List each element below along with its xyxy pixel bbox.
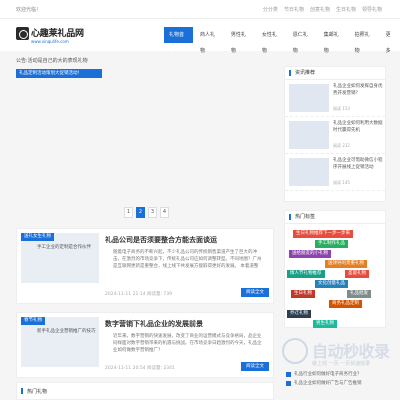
read-more-button[interactable]: 阅读全文	[241, 362, 269, 371]
tag-3[interactable]: 送给朋友的小礼物	[289, 250, 331, 258]
logo-name: 心趣莱礼品网	[31, 29, 84, 39]
recommend-thumbnail[interactable]	[289, 121, 329, 149]
article-card: 送礼女生礼物 手工企业的定制是合作伙伴 礼品公司是否须要整合方能去面谈运 随着电…	[16, 228, 274, 304]
list-item-text[interactable]: 礼品企业如何做好广告与广告推销	[294, 381, 362, 386]
recommend-item-views: 阅读 145	[333, 180, 350, 185]
watermark-subtitle: 做上线 一页 一页快速收录	[312, 361, 371, 367]
article-meta: 2024-11-11 20:54 阅读量: 2341	[105, 366, 175, 371]
recommend-item-title[interactable]: 礼品企业如何利用大数据时代赢得先机	[333, 121, 383, 134]
article-title[interactable]: 数字营销下礼品企业的发展前景	[105, 319, 203, 329]
page-4[interactable]: 4	[160, 207, 169, 218]
list-item[interactable]: 礼品行业如何做好电子商务行业？	[284, 370, 386, 379]
notice-button[interactable]: 礼品定制活动策划大促销活动！	[16, 69, 102, 78]
site-logo[interactable]: 心趣莱礼品网 www.xinqulife.com	[16, 25, 84, 47]
article-tag[interactable]: 春节礼物	[21, 317, 45, 325]
top-link-2[interactable]: 节日礼物	[284, 6, 304, 13]
tag-8[interactable]: 商务礼品定制	[329, 300, 362, 308]
tag-5[interactable]: 情人节礼物推荐	[287, 270, 325, 278]
top-bar: 欢迎光临！ 分分类 节日礼物 创意礼物 生日礼物 领导礼物	[0, 0, 400, 19]
top-link-5[interactable]: 领导礼物	[362, 6, 382, 13]
recommend-thumbnail[interactable]	[289, 84, 329, 112]
watermark-icon	[282, 338, 308, 364]
logo-icon	[16, 27, 29, 40]
tag-1[interactable]: 生日礼物推荐下一步一步来	[293, 230, 353, 238]
recommend-panel: 资讯推荐 礼品企业如何发挥自身优势开发营销？ 阅读 153 礼品企业如何利用大数…	[284, 66, 386, 202]
top-link-4[interactable]: 生日礼物	[336, 6, 356, 13]
recommend-title: 资讯推荐	[285, 67, 385, 80]
welcome-text: 欢迎光临！	[16, 7, 42, 13]
page-2[interactable]: 2	[136, 207, 145, 218]
list-item-text[interactable]: 礼品行业如何做好电子商务行业？	[294, 372, 362, 377]
thumbnail-caption: 新手礼品企业营销推广的技巧	[37, 329, 96, 334]
tag-11[interactable]: 圣诞礼物	[345, 270, 369, 278]
nav-item-4[interactable]: 女性礼物	[256, 27, 286, 54]
article-summary: 随着电子商务的不断兴起，不少礼品公司的传统销售渠道产生了巨大的冲击。在激烈的市场…	[113, 250, 262, 269]
tags-title: 热门标签	[285, 211, 385, 224]
watermark-title: 自动秒收录	[312, 342, 390, 361]
notice-text: 公告:活动是自己的大的表现礼物	[16, 58, 88, 64]
tag-7[interactable]: 生日礼物	[291, 290, 315, 298]
tag-6[interactable]: 文化创意礼品	[315, 280, 348, 288]
tag-4[interactable]: 送领导的贵重礼物	[325, 260, 367, 268]
list-item[interactable]: 礼品企业如何做好广告与广告推销	[284, 379, 386, 388]
top-link-1[interactable]: 分分类	[263, 6, 278, 13]
article-card: 春节礼物 新手礼品企业营销推广的技巧 数字营销下礼品企业的发展前景 近年来，数字…	[16, 312, 274, 378]
article-tag[interactable]: 送礼女生礼物	[21, 233, 54, 241]
recommend-item[interactable]: 礼品企业如何发挥自身优势开发营销？ 阅读 153	[285, 80, 385, 117]
tag-9[interactable]: 乔迁礼物	[287, 310, 311, 318]
recommend-thumbnail[interactable]	[289, 158, 329, 186]
top-links: 分分类 节日礼物 创意礼物 生日礼物 领导礼物	[263, 6, 382, 13]
article-summary: 近年来，数字营销的快速发展，改变了商业的运营模式与竞争格局，品企业同样面对数字营…	[113, 334, 262, 353]
recommend-item-views: 阅读 232	[333, 143, 350, 148]
top-link-3[interactable]: 创意礼物	[310, 6, 330, 13]
nav-item-7[interactable]: 拍照礼物	[349, 27, 379, 54]
recommend-item-title[interactable]: 礼品企业如何发挥自身优势开发营销？	[333, 84, 383, 97]
more-section-title: 热门礼物	[20, 388, 48, 395]
article-title[interactable]: 礼品公司是否须要整合方能去面谈运	[105, 235, 217, 245]
nav-home[interactable]: 礼物首页	[164, 27, 193, 54]
list-bullet-icon	[286, 372, 291, 377]
tag-12[interactable]: 礼品批发	[347, 290, 371, 298]
nav-item-2[interactable]: 商人礼物	[194, 27, 224, 54]
tags-panel: 热门标签 生日礼物推荐下一步一步来手工制作礼品送给朋友的小礼物送领导的贵重礼物情…	[284, 210, 386, 328]
nav-item-3[interactable]: 男性礼物	[225, 27, 255, 54]
read-more-button[interactable]: 阅读全文	[241, 288, 269, 297]
main-nav: 礼物首页 商人礼物 男性礼物 女性礼物 恩仁礼物 集邮礼物 拍照礼物 更多	[164, 27, 400, 54]
page-3[interactable]: 3	[148, 207, 157, 218]
recommend-item-title[interactable]: 礼品企业可借助微信小程序开展线上促销活动	[333, 158, 383, 171]
pagination: 1 2 3 4	[124, 207, 169, 218]
nav-item-6[interactable]: 集邮礼物	[318, 27, 348, 54]
thumbnail-caption: 手工企业的定制是合作伙伴	[37, 245, 91, 250]
article-meta: 2024-11-11 21:14 阅读量: 739	[105, 292, 173, 297]
recommend-item[interactable]: 礼品企业可借助微信小程序开展线上促销活动 阅读 145	[285, 154, 385, 191]
tag-2[interactable]: 手工制作礼品	[315, 240, 348, 248]
page-1[interactable]: 1	[124, 207, 133, 218]
tag-10[interactable]: 男生礼物	[313, 320, 337, 328]
more-section: 热门礼物	[16, 382, 274, 400]
nav-item-5[interactable]: 恩仁礼物	[287, 27, 317, 54]
list-bullet-icon	[286, 381, 291, 386]
bottom-article-list: 礼品行业如何做好电子商务行业？ 礼品企业如何做好广告与广告推销	[284, 370, 386, 388]
recommend-item-views: 阅读 153	[333, 106, 350, 111]
recommend-item[interactable]: 礼品企业如何利用大数据时代赢得先机 阅读 232	[285, 117, 385, 154]
nav-more[interactable]: 更多	[380, 27, 400, 54]
logo-url: www.xinqulife.com	[31, 39, 69, 44]
